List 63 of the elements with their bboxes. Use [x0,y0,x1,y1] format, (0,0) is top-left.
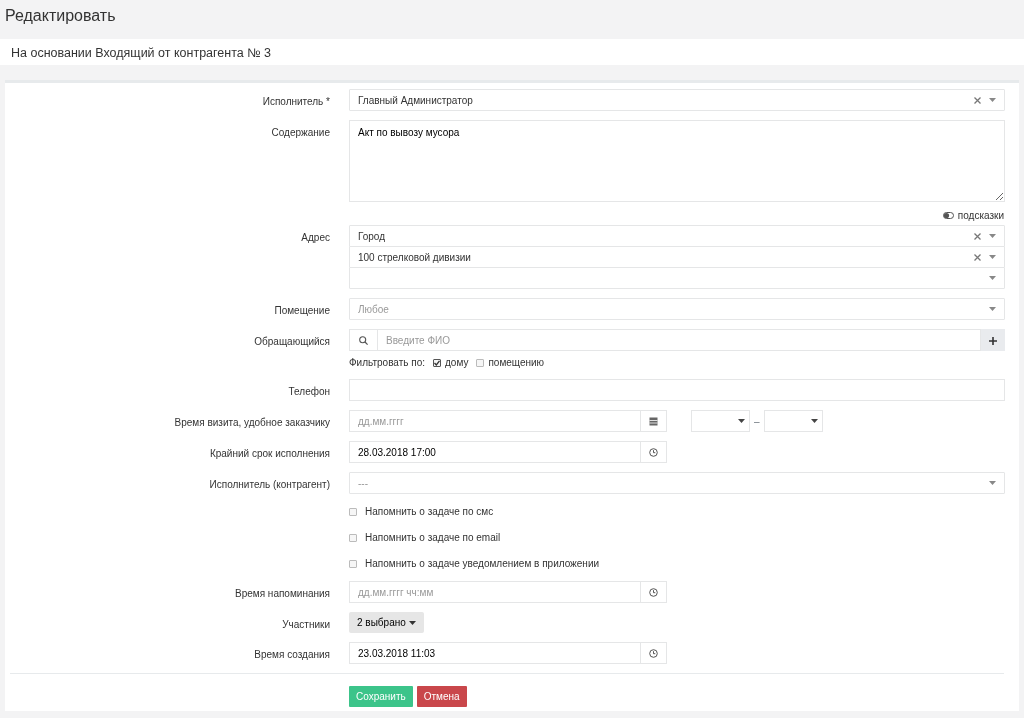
time-select[interactable] [691,410,750,432]
clock-icon [649,447,658,457]
checkbox-label: помещению [488,356,545,370]
clock-icon [649,648,658,658]
field-label: Крайний срок исполнения [209,448,330,459]
time-select[interactable] [763,410,823,432]
checkbox[interactable] [349,559,357,568]
select-field[interactable]: Главный Администратор [349,89,1005,111]
clock-button[interactable] [641,642,667,664]
select-field[interactable]: Город [349,225,1005,247]
filter-label: Фильтровать по: [349,356,426,370]
field-label: Исполнитель * [262,96,330,107]
field-label: Время визита, удобное заказчику [174,417,330,428]
search-field[interactable]: Введите ФИО [377,329,981,351]
caret-icon [989,481,996,485]
clock-icon [649,587,658,597]
field-label: Исполнитель (контрагент) [209,479,330,490]
text-field[interactable] [349,379,1005,401]
page-title: Редактировать [4,6,117,26]
field-label: Время напоминания [235,588,330,599]
caret-icon [989,276,996,280]
plus-icon [989,337,997,346]
add-button[interactable] [981,329,1005,351]
field-label: Телефон [288,386,330,397]
range-separator: – [754,414,760,429]
calendar-icon [649,416,658,426]
clock-button[interactable] [641,441,667,463]
text-area[interactable]: Акт по вывозу мусора [349,120,1005,202]
toggle-icon [942,212,954,219]
checkbox[interactable] [433,358,442,367]
date-field[interactable]: дд.мм.гггг [349,410,641,432]
select-field[interactable] [349,267,1005,289]
checkbox-label: дому [445,356,469,370]
caret-icon [989,98,996,102]
checkbox-label: Напомнить о задаче по email [365,531,501,545]
field-label: Содержание [271,127,330,138]
datetime-field[interactable]: 23.03.2018 11:03 [349,642,641,664]
checkbox-label: Напомнить о задаче по смс [365,505,494,519]
caret-icon [989,255,996,259]
hints-toggle[interactable]: подсказки [942,208,1004,223]
clock-button[interactable] [641,581,667,603]
field-label: Время создания [254,649,330,660]
checkbox[interactable] [476,358,485,367]
cancel-button[interactable]: Отмена [416,686,467,707]
field-label: Участники [282,619,330,630]
caret-icon [989,234,996,238]
caret-icon [738,419,745,423]
calendar-button[interactable] [641,410,667,432]
subtitle: На основании Входящий от контрагента № 3 [0,39,1024,65]
datetime-field[interactable]: дд.мм.гггг чч:мм [349,581,641,603]
checkbox[interactable] [349,533,357,542]
checkbox-label: Напомнить о задаче уведомлением в приложении [365,557,600,571]
select-field[interactable]: 100 стрелковой дивизии [349,246,1005,268]
field-label: Помещение [274,305,330,316]
field-label: Обращающийся [254,336,330,347]
search-icon [359,335,368,345]
caret-icon [810,419,818,423]
participants-dropdown[interactable]: 2 выбрано [349,612,424,633]
datetime-field[interactable]: 28.03.2018 17:00 [349,441,641,463]
caret-icon [989,307,996,311]
checkbox[interactable] [349,507,357,516]
caret-icon [408,620,416,625]
field-label: Адрес [301,232,330,243]
